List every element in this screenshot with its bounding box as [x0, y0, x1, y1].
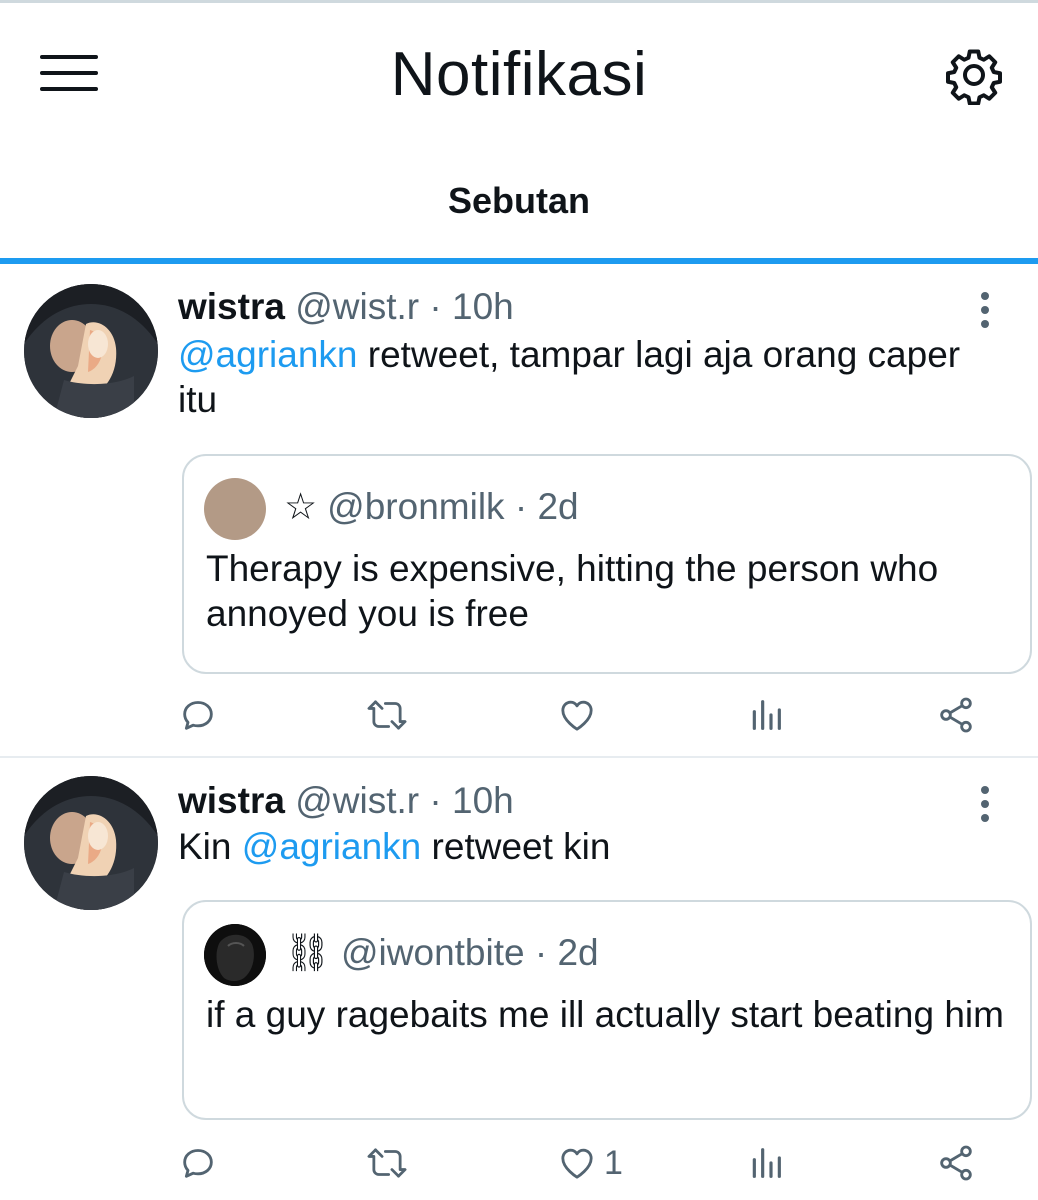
tweet-header: wistra @wist.r · 10h [178, 778, 514, 824]
like-button[interactable] [556, 690, 604, 740]
star-icon: ☆ [284, 486, 318, 527]
author-handle[interactable]: @wist.r [295, 780, 419, 821]
retweet-icon [367, 1148, 407, 1178]
reply-icon [183, 1149, 213, 1178]
quote-handle: @bronmilk [327, 486, 505, 527]
reply-button[interactable] [178, 1138, 218, 1188]
meta-separator: · [429, 780, 442, 821]
tweet-actions [0, 690, 1038, 740]
tweet-item[interactable]: wistra @wist.r · 10h @agriankn retweet, … [0, 264, 1038, 756]
more-vertical-icon [968, 288, 1002, 332]
tweet-text-suffix: retweet kin [421, 826, 611, 867]
quote-handle: @iwontbite [340, 932, 525, 973]
meta-separator: · [514, 486, 528, 527]
retweet-button[interactable] [364, 1138, 410, 1188]
views-button[interactable] [746, 690, 786, 740]
views-button[interactable] [746, 1138, 786, 1188]
tweet-time: 10h [452, 286, 514, 327]
quote-time: 2d [537, 486, 579, 527]
quoted-tweet[interactable]: ☆ @bronmilk · 2d Therapy is expensive, hi… [182, 454, 1032, 674]
author-name[interactable]: wistra [178, 780, 285, 821]
tweet-actions: 1 [0, 1138, 1038, 1188]
page-title: Notifikasi [390, 40, 648, 109]
quote-text: if a guy ragebaits me ill actually start… [206, 994, 1004, 1035]
quote-header: ⛓ @iwontbite · 2d [284, 930, 599, 976]
heart-icon [561, 700, 593, 731]
mention-link[interactable]: @agriankn [178, 334, 358, 375]
author-handle[interactable]: @wist.r [295, 286, 419, 327]
like-button[interactable]: 1 [556, 1138, 623, 1188]
retweet-icon [367, 700, 407, 730]
share-button[interactable] [936, 1138, 976, 1188]
app-header: Notifikasi [0, 3, 1038, 143]
tweet-text: Kin @agriankn retweet kin [178, 824, 1008, 869]
more-options-button[interactable] [968, 782, 1002, 826]
gear-icon [946, 49, 1002, 106]
author-name[interactable]: wistra [178, 286, 285, 327]
share-button[interactable] [936, 690, 976, 740]
quote-avatar [204, 478, 266, 540]
avatar[interactable] [24, 284, 158, 418]
mention-link[interactable]: @agriankn [242, 826, 422, 867]
tab-mentions[interactable]: Sebutan [0, 176, 1038, 226]
quoted-tweet[interactable]: ⛓ @iwontbite · 2d if a guy ragebaits me i… [182, 900, 1032, 1120]
tweet-header: wistra @wist.r · 10h [178, 284, 514, 330]
meta-separator: · [429, 286, 442, 327]
like-count: 1 [604, 1144, 623, 1182]
analytics-icon [752, 700, 781, 730]
tweet-text-prefix: Kin [178, 826, 242, 867]
quote-header: ☆ @bronmilk · 2d [284, 484, 579, 530]
retweet-button[interactable] [364, 690, 410, 740]
heart-icon [561, 1148, 593, 1179]
settings-button[interactable] [944, 45, 1008, 109]
tweet-item[interactable]: wistra @wist.r · 10h Kin @agriankn retwe… [0, 758, 1038, 1200]
quote-avatar [204, 924, 266, 986]
analytics-icon [752, 1148, 781, 1178]
tweet-time: 10h [452, 780, 514, 821]
reply-icon [183, 701, 213, 730]
more-vertical-icon [968, 782, 1002, 826]
reply-button[interactable] [178, 690, 218, 740]
meta-separator: · [534, 932, 548, 973]
share-icon [940, 1145, 972, 1181]
tweet-text: @agriankn retweet, tampar lagi aja orang… [178, 332, 1008, 422]
chain-icon: ⛓ [284, 932, 331, 973]
avatar[interactable] [24, 776, 158, 910]
more-options-button[interactable] [968, 288, 1002, 332]
quote-time: 2d [557, 932, 599, 973]
share-icon [940, 697, 972, 733]
quote-text: Therapy is expensive, hitting the person… [206, 548, 939, 634]
